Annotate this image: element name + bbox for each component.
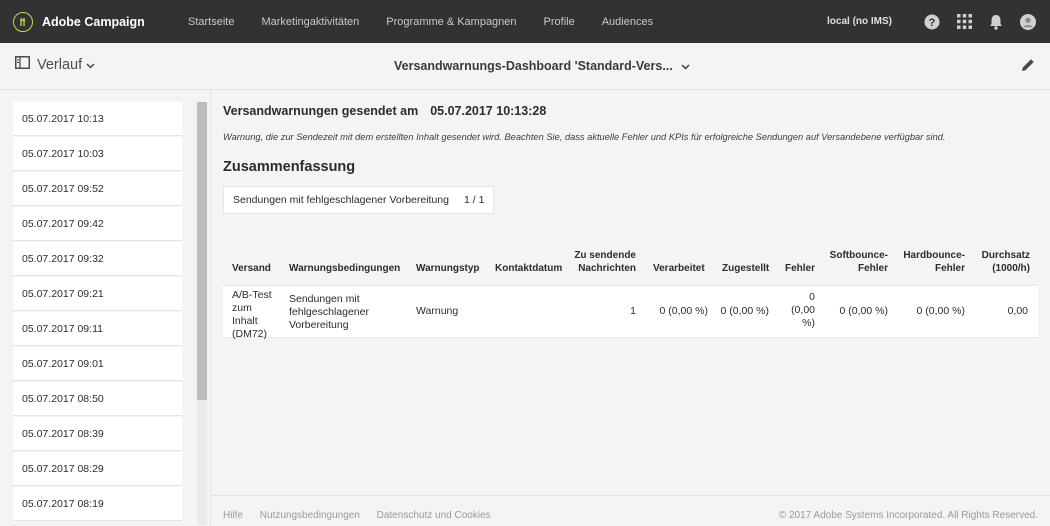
panel-divider bbox=[210, 89, 211, 525]
cell-versand[interactable]: A/B-Test zum Inhalt (DM72) bbox=[232, 289, 280, 341]
cell-fehler: 0 (0,00 %) bbox=[791, 291, 815, 329]
history-item[interactable]: 05.07.2017 08:19 bbox=[13, 487, 182, 521]
instance-label[interactable]: local (no IMS) bbox=[827, 16, 892, 27]
copyright: © 2017 Adobe Systems Incorporated. All R… bbox=[778, 510, 1038, 521]
history-dropdown[interactable]: Verlauf bbox=[15, 56, 95, 74]
cell-softbounce-fehler: 0 (0,00 %) bbox=[839, 305, 888, 317]
apps-grid-icon[interactable] bbox=[956, 14, 972, 30]
svg-text:?: ? bbox=[929, 17, 936, 29]
sidebar-toggle-icon bbox=[15, 56, 30, 74]
column-header-zu-sendende-nachrichten[interactable]: Zu sendende Nachrichten bbox=[572, 249, 636, 275]
cell-hardbounce-fehler: 0 (0,00 %) bbox=[916, 305, 965, 317]
cell-warnungsbedingungen: Sendungen mit fehlgeschlagener Vorbereit… bbox=[289, 293, 369, 331]
user-avatar-icon[interactable] bbox=[1020, 13, 1036, 30]
column-header-warnungstyp[interactable]: Warnungstyp bbox=[416, 262, 480, 275]
nav-item-audiences[interactable]: Audiences bbox=[602, 16, 653, 28]
footer-link-hilfe[interactable]: Hilfe bbox=[223, 510, 243, 521]
cell-warnungstyp: Warnung bbox=[416, 305, 459, 317]
column-header-versand[interactable]: Versand bbox=[232, 262, 271, 275]
sidebar-scrollbar-thumb[interactable] bbox=[197, 102, 207, 400]
column-header-warnungsbedingungen[interactable]: Warnungsbedingungen bbox=[289, 262, 400, 275]
top-navigation-bar: Adobe Campaign Startseite Marketingaktiv… bbox=[0, 0, 1050, 43]
nav-item-marketingaktivitaeten[interactable]: Marketingaktivitäten bbox=[261, 16, 359, 28]
pencil-icon[interactable] bbox=[1020, 57, 1036, 78]
cell-zugestellt: 0 (0,00 %) bbox=[720, 305, 769, 317]
sent-datetime: 05.07.2017 10:13:28 bbox=[430, 104, 547, 118]
history-item[interactable]: 05.07.2017 09:01 bbox=[13, 347, 182, 381]
main-nav: Startseite Marketingaktivitäten Programm… bbox=[188, 0, 680, 43]
summary-title: Zusammenfassung bbox=[223, 159, 356, 175]
help-icon[interactable]: ? bbox=[924, 14, 940, 30]
history-item[interactable]: 05.07.2017 09:11 bbox=[13, 312, 182, 346]
page-title: Versandwarnungs-Dashboard 'Standard-Vers… bbox=[394, 59, 673, 73]
footer-link-nutzungsbedingungen[interactable]: Nutzungsbedingungen bbox=[260, 510, 360, 521]
warning-note: Warnung, die zur Sendezeit mit dem erste… bbox=[223, 132, 946, 142]
adobe-campaign-logo-icon bbox=[13, 12, 33, 32]
footer-links: Hilfe Nutzungsbedingungen Datenschutz un… bbox=[223, 510, 505, 521]
footer-link-datenschutz[interactable]: Datenschutz und Cookies bbox=[377, 510, 491, 521]
column-header-fehler[interactable]: Fehler bbox=[785, 262, 815, 275]
dashboard-title-dropdown[interactable]: Versandwarnungs-Dashboard 'Standard-Vers… bbox=[394, 57, 690, 75]
nav-item-startseite[interactable]: Startseite bbox=[188, 16, 234, 28]
history-item[interactable]: 05.07.2017 08:29 bbox=[13, 452, 182, 486]
nav-item-profile[interactable]: Profile bbox=[544, 16, 575, 28]
summary-item-failed-preparation[interactable]: Sendungen mit fehlgeschlagener Vorbereit… bbox=[223, 186, 495, 214]
column-header-durchsatz[interactable]: Durchsatz (1000/h) bbox=[973, 249, 1030, 275]
history-item[interactable]: 05.07.2017 09:52 bbox=[13, 172, 182, 206]
sent-heading: Versandwarnungen gesendet am 05.07.2017 1… bbox=[223, 104, 546, 118]
column-header-verarbeitet[interactable]: Verarbeitet bbox=[653, 262, 705, 275]
history-item[interactable]: 05.07.2017 09:32 bbox=[13, 242, 182, 276]
column-header-softbounce-fehler[interactable]: Softbounce-Fehler bbox=[823, 249, 888, 275]
footer: Hilfe Nutzungsbedingungen Datenschutz un… bbox=[210, 495, 1050, 526]
history-item[interactable]: 05.07.2017 10:13 bbox=[13, 102, 182, 136]
brand-name: Adobe Campaign bbox=[42, 15, 145, 29]
cell-verarbeitet: 0 (0,00 %) bbox=[659, 305, 708, 317]
nav-item-programme-kampagnen[interactable]: Programme & Kampagnen bbox=[386, 16, 516, 28]
column-header-hardbounce-fehler[interactable]: Hardbounce-Fehler bbox=[897, 249, 965, 275]
history-list: 05.07.2017 10:13 05.07.2017 10:03 05.07.… bbox=[13, 102, 182, 525]
chevron-down-icon bbox=[681, 57, 690, 75]
history-item[interactable]: 05.07.2017 09:42 bbox=[13, 207, 182, 241]
sent-label: Versandwarnungen gesendet am bbox=[223, 104, 419, 118]
history-item[interactable]: 05.07.2017 08:39 bbox=[13, 417, 182, 451]
table-row[interactable]: A/B-Test zum Inhalt (DM72) Sendungen mit… bbox=[223, 285, 1038, 341]
top-right-tools: local (no IMS) ? bbox=[827, 0, 1036, 43]
brand[interactable]: Adobe Campaign bbox=[13, 11, 145, 33]
history-label: Verlauf bbox=[37, 57, 83, 73]
cell-durchsatz: 0,00 bbox=[1007, 305, 1028, 317]
column-header-zugestellt[interactable]: Zugestellt bbox=[722, 262, 769, 275]
summary-item-count: 1 / 1 bbox=[464, 194, 485, 206]
cell-zu-sendende-nachrichten: 1 bbox=[630, 305, 636, 317]
summary-item-label: Sendungen mit fehlgeschlagener Vorbereit… bbox=[233, 194, 449, 206]
history-item[interactable]: 05.07.2017 09:21 bbox=[13, 277, 182, 311]
sub-header: Verlauf Versandwarnungs-Dashboard 'Stand… bbox=[0, 43, 1050, 90]
chevron-down-icon bbox=[86, 56, 95, 74]
history-item[interactable]: 05.07.2017 10:03 bbox=[13, 137, 182, 171]
history-item[interactable]: 05.07.2017 08:50 bbox=[13, 382, 182, 416]
table-header: Versand Warnungsbedingungen Warnungstyp … bbox=[223, 235, 1038, 285]
column-header-kontaktdatum[interactable]: Kontaktdatum bbox=[495, 262, 562, 275]
bell-icon[interactable] bbox=[988, 14, 1004, 30]
